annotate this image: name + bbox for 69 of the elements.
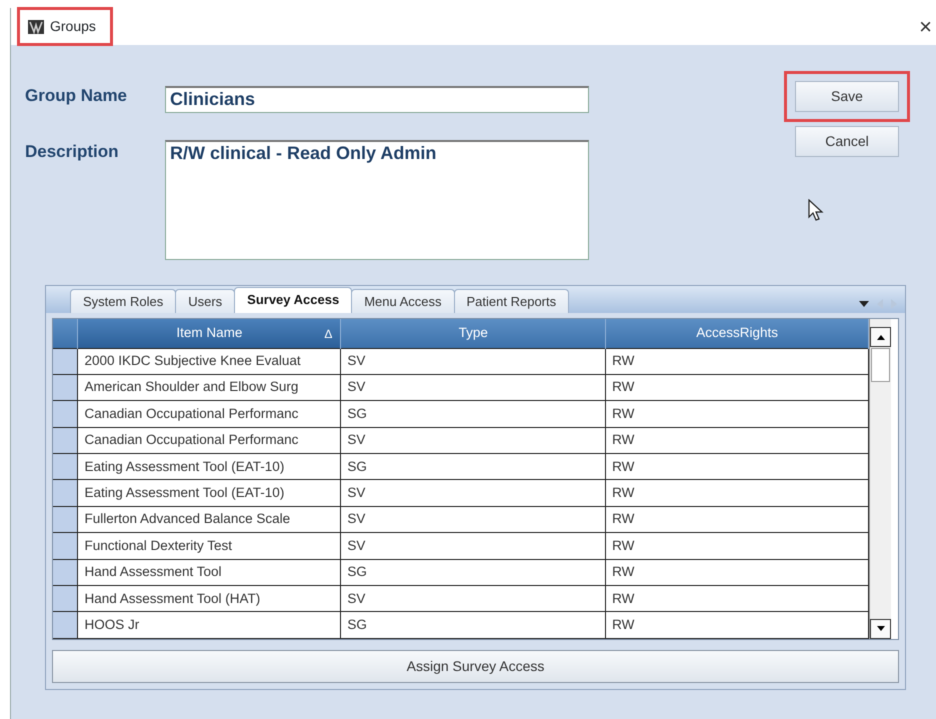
table-cell: SV xyxy=(340,586,606,612)
dialog-button[interactable]: Save xyxy=(795,81,899,112)
column-header[interactable]: Type xyxy=(340,319,606,348)
table-cell: RW xyxy=(606,400,868,428)
row-header[interactable] xyxy=(53,586,78,612)
sort-indicator: Δ xyxy=(324,326,332,343)
table-cell: Hand Assessment Tool xyxy=(78,559,341,586)
table-cell: SV xyxy=(340,427,606,454)
table-cell: Functional Dexterity Test xyxy=(78,532,341,560)
table-cell: Hand Assessment Tool (HAT) xyxy=(78,586,341,612)
app-icon xyxy=(28,20,44,34)
table-cell: RW xyxy=(606,506,868,533)
window-title: Groups xyxy=(50,17,96,36)
column-header[interactable]: Item Name Δ xyxy=(78,319,341,348)
cursor-icon xyxy=(808,199,824,223)
field-label: Description xyxy=(25,140,120,162)
description-field[interactable]: R/W clinical - Read Only Admin xyxy=(165,140,589,260)
table-cell: SG xyxy=(340,454,606,480)
assign-survey-access-button[interactable]: Assign Survey Access xyxy=(52,650,899,683)
table-cell: RW xyxy=(606,480,868,506)
table-cell: RW xyxy=(606,454,868,480)
tab[interactable]: System Roles xyxy=(70,288,176,313)
row-header[interactable] xyxy=(53,400,78,428)
row-header[interactable] xyxy=(53,532,78,560)
row-header[interactable] xyxy=(53,454,78,480)
table-cell: RW xyxy=(606,612,868,638)
column-header[interactable]: AccessRights xyxy=(606,319,868,348)
table-cell: Canadian Occupational Performanc xyxy=(78,400,341,428)
down-arrow-icon[interactable] xyxy=(876,626,884,632)
table-cell: RW xyxy=(606,348,868,374)
table-cell: SV xyxy=(340,480,606,506)
row-header[interactable] xyxy=(53,559,78,586)
table-cell: Eating Assessment Tool (EAT-10) xyxy=(78,454,341,480)
row-header[interactable] xyxy=(53,506,78,533)
table-cell: RW xyxy=(606,559,868,586)
table-cell: 2000 IKDC Subjective Knee Evaluat xyxy=(78,348,341,374)
tab[interactable]: Survey Access xyxy=(234,286,352,313)
table-cell: RW xyxy=(606,586,868,612)
table-cell: RW xyxy=(606,427,868,454)
close-button[interactable]: × xyxy=(919,16,932,38)
field-label: Group Name xyxy=(25,85,128,107)
table-cell: SG xyxy=(340,559,606,586)
row-header[interactable] xyxy=(53,348,78,374)
table-cell: SV xyxy=(340,506,606,533)
row-header[interactable] xyxy=(53,480,78,506)
table-cell: SG xyxy=(340,612,606,638)
table-cell: RW xyxy=(606,374,868,401)
row-header[interactable] xyxy=(53,612,78,638)
table-cell: SV xyxy=(340,374,606,401)
dialog-button[interactable]: Cancel xyxy=(795,126,899,157)
table-cell: RW xyxy=(606,532,868,560)
table-cell: SV xyxy=(340,532,606,560)
row-header[interactable] xyxy=(53,427,78,454)
table-cell: American Shoulder and Elbow Surg xyxy=(78,374,341,401)
row-header[interactable] xyxy=(53,374,78,401)
scrollbar-thumb[interactable] xyxy=(871,348,890,382)
table-cell: Eating Assessment Tool (EAT-10) xyxy=(78,480,341,506)
tab[interactable]: Patient Reports xyxy=(454,288,570,313)
scrollbar[interactable] xyxy=(869,319,891,639)
group-name-field[interactable]: Clinicians xyxy=(165,86,589,113)
tab[interactable]: Menu Access xyxy=(351,288,455,313)
tab[interactable]: Users xyxy=(175,288,236,313)
table-cell: Canadian Occupational Performanc xyxy=(78,427,341,454)
table-cell: HOOS Jr xyxy=(78,612,341,638)
table-cell: SV xyxy=(340,348,606,374)
table-cell: Fullerton Advanced Balance Scale xyxy=(78,506,341,533)
dropdown-arrow-icon[interactable] xyxy=(859,301,869,307)
up-arrow-icon[interactable] xyxy=(876,334,884,340)
table-cell: SG xyxy=(340,400,606,428)
